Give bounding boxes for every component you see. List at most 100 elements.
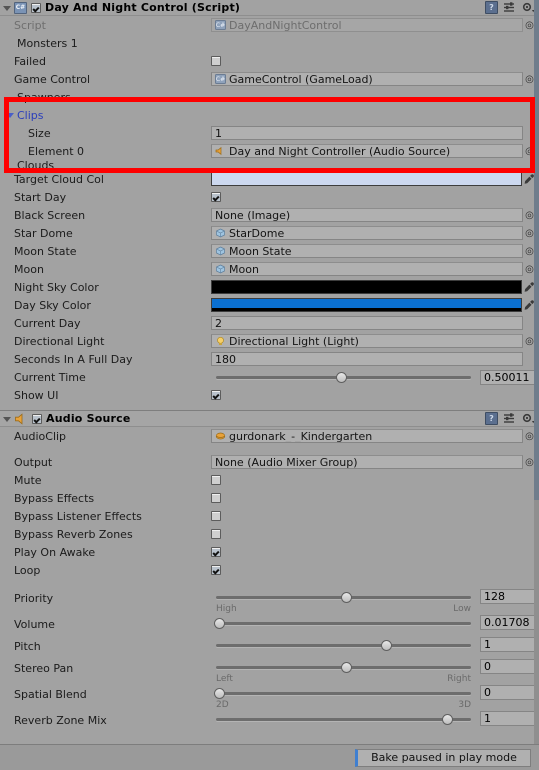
stereo-pan-value: 0: [484, 660, 491, 673]
vertical-scrollbar[interactable]: [534, 0, 539, 744]
current-day-value: 2: [215, 316, 222, 330]
row-label: Target Cloud Col: [14, 172, 104, 186]
output-object-field[interactable]: None (Audio Mixer Group): [211, 455, 523, 469]
stereo-pan-slider[interactable]: Left Right: [211, 660, 476, 684]
priority-value-input[interactable]: 128: [480, 589, 536, 604]
current-day-input[interactable]: 2: [211, 316, 523, 330]
bypass-reverb-zones-checkbox[interactable]: [211, 529, 221, 539]
slider-thumb[interactable]: [335, 372, 347, 383]
slider-thumb[interactable]: [340, 662, 352, 673]
reverb-zone-mix-slider[interactable]: [211, 712, 476, 726]
clips-size-input[interactable]: 1: [211, 126, 523, 140]
slider-thumb[interactable]: [380, 640, 392, 651]
row-volume: Volume 0.01708: [0, 613, 539, 635]
preset-icon[interactable]: [503, 1, 516, 14]
star-dome-value: StarDome: [229, 226, 285, 240]
row-label: Play On Awake: [14, 545, 96, 559]
preset-icon[interactable]: [503, 412, 516, 425]
slider-thumb[interactable]: [441, 714, 453, 725]
foldout-clips-icon[interactable]: [6, 113, 14, 118]
script-object-field[interactable]: C# DayAndNightControl: [211, 18, 523, 32]
reverb-zone-mix-value: 1: [484, 712, 491, 725]
gear-icon[interactable]: [521, 412, 535, 425]
row-field: StarDome: [211, 226, 539, 240]
slider-track: [216, 644, 471, 647]
volume-value-input[interactable]: 0.01708: [480, 615, 536, 630]
failed-checkbox[interactable]: [211, 56, 221, 66]
row-monsters[interactable]: Monsters 1: [0, 34, 539, 52]
clips-element0-object-field[interactable]: Day and Night Controller (Audio Source): [211, 144, 523, 158]
row-label: Bypass Listener Effects: [14, 509, 142, 523]
row-field: 180: [211, 352, 539, 366]
play-on-awake-checkbox[interactable]: [211, 547, 221, 557]
row-field: 0.01708: [211, 613, 539, 630]
row-field: Directional Light (Light): [211, 334, 539, 348]
row-label: Output: [14, 455, 53, 469]
show-ui-checkbox[interactable]: [211, 390, 221, 400]
spatial-blend-slider[interactable]: 2D 3D: [211, 686, 476, 710]
slider-track: [216, 718, 471, 721]
row-field: High Low 128: [211, 587, 539, 614]
row-clips-header[interactable]: Clips: [0, 106, 539, 124]
bypass-effects-checkbox[interactable]: [211, 493, 221, 503]
row-label: Failed: [14, 54, 46, 68]
star-dome-object-field[interactable]: StarDome: [211, 226, 523, 240]
volume-slider[interactable]: [211, 616, 476, 630]
row-label: Current Day: [14, 316, 81, 330]
row-clips-size: Size 1: [0, 124, 539, 142]
slider-thumb[interactable]: [213, 618, 225, 629]
foldout-script-icon[interactable]: [3, 5, 11, 11]
moon-object-field[interactable]: Moon: [211, 262, 523, 276]
row-clouds-header[interactable]: Clouds: [0, 160, 539, 170]
day-sky-color-swatch[interactable]: [211, 298, 522, 312]
current-time-slider[interactable]: [211, 370, 476, 384]
priority-slider[interactable]: High Low: [211, 590, 476, 614]
reverb-zone-mix-value-input[interactable]: 1: [480, 711, 536, 726]
clips-size-value: 1: [215, 126, 222, 140]
moon-state-object-field[interactable]: Moon State: [211, 244, 523, 258]
seconds-in-full-day-input[interactable]: 180: [211, 352, 523, 366]
stereo-pan-value-input[interactable]: 0: [480, 659, 536, 674]
component-enabled-checkbox-script[interactable]: [31, 2, 41, 13]
help-book-icon[interactable]: ?: [485, 1, 498, 14]
target-cloud-color-swatch[interactable]: [211, 172, 522, 186]
audioclip-object-field[interactable]: gurdonark_-_Kindergarten: [211, 429, 523, 443]
foldout-audio-source-icon[interactable]: [3, 416, 11, 422]
alpha-bar: [212, 291, 521, 293]
row-bypass-reverb-zones: Bypass Reverb Zones: [0, 525, 539, 543]
loop-checkbox[interactable]: [211, 565, 221, 575]
game-control-object-field[interactable]: C# GameControl (GameLoad): [211, 72, 523, 86]
pitch-slider[interactable]: [211, 638, 476, 652]
slider-thumb[interactable]: [340, 592, 352, 603]
row-spawners[interactable]: Spawners: [0, 88, 539, 106]
bake-paused-button[interactable]: Bake paused in play mode: [355, 748, 531, 767]
night-sky-color-swatch[interactable]: [211, 280, 522, 294]
pitch-value-input[interactable]: 1: [480, 637, 536, 652]
help-book-icon[interactable]: ?: [485, 412, 498, 425]
scrollbar-thumb[interactable]: [534, 0, 539, 500]
row-target-cloud-col: Target Cloud Col: [0, 170, 539, 188]
component-enabled-checkbox-audio-source[interactable]: [32, 413, 42, 424]
row-star-dome: Star Dome StarDome: [0, 224, 539, 242]
slider-thumb[interactable]: [213, 688, 225, 699]
spatial-blend-value-input[interactable]: 0: [480, 685, 536, 700]
row-label: Element 0: [28, 144, 85, 158]
gameobject-icon: [215, 246, 226, 256]
bypass-listener-effects-checkbox[interactable]: [211, 511, 221, 521]
component-header-audio-source[interactable]: Audio Source ?: [0, 410, 539, 427]
row-field: 0.50011: [211, 369, 539, 385]
black-screen-object-field[interactable]: None (Image): [211, 208, 523, 222]
gear-icon[interactable]: [521, 1, 535, 14]
header-icons-script: ?: [485, 1, 535, 14]
start-day-checkbox[interactable]: [211, 192, 221, 202]
row-field: [211, 511, 539, 521]
component-header-script[interactable]: C# Day And Night Control (Script) ?: [0, 0, 539, 16]
row-label: Volume: [14, 618, 55, 631]
current-time-value-input[interactable]: 0.50011: [480, 369, 536, 385]
mute-checkbox[interactable]: [211, 475, 221, 485]
row-failed: Failed: [0, 52, 539, 70]
directional-light-object-field[interactable]: Directional Light (Light): [211, 334, 523, 348]
row-label-wrap: Monsters 1: [0, 37, 211, 50]
row-field: [211, 565, 539, 575]
